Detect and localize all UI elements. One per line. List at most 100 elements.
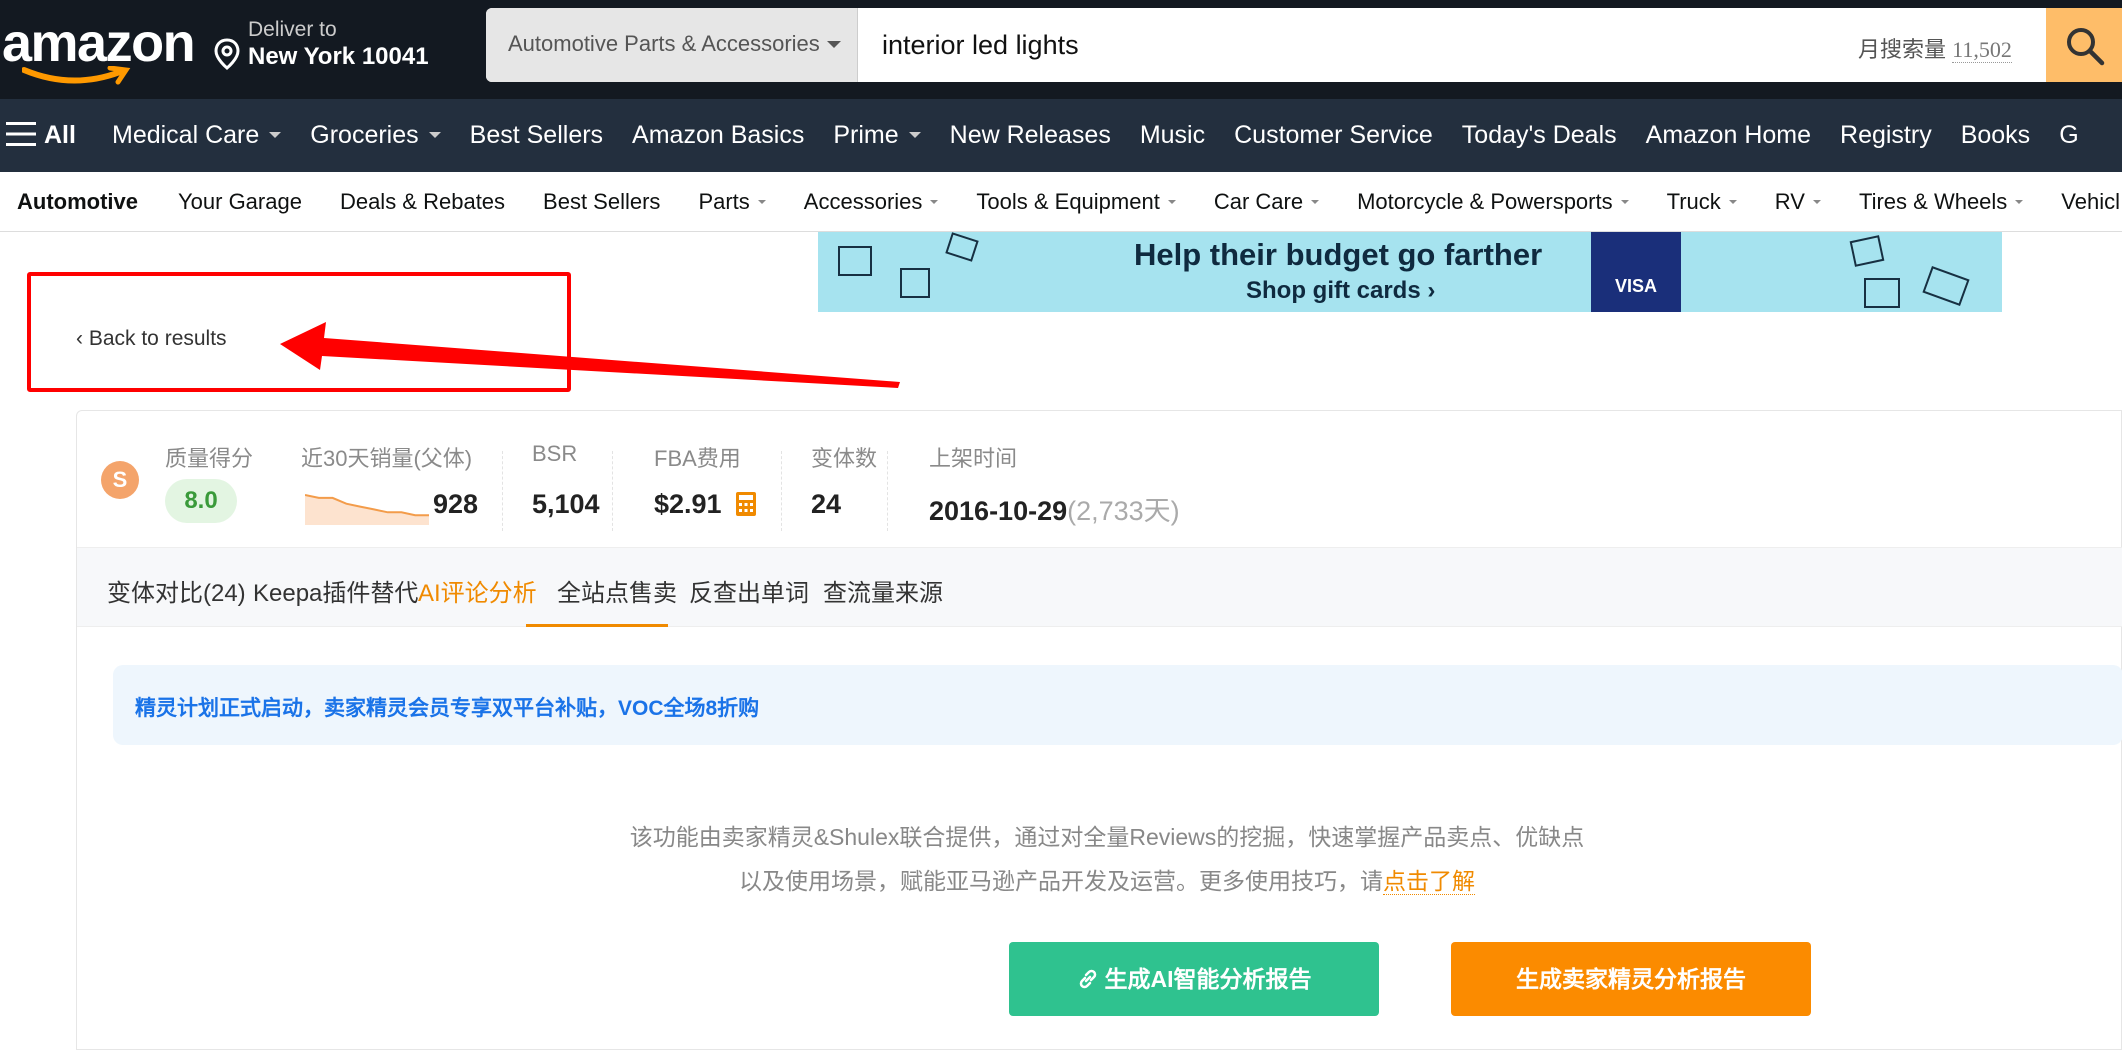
- listed-date-label: 上架时间: [929, 446, 1018, 471]
- sales-30d-label: 近30天销量(父体): [301, 446, 473, 471]
- search-department-select[interactable]: Automotive Parts & Accessories: [486, 8, 858, 82]
- subnav-item-vehicl[interactable]: Vehicl: [2061, 189, 2120, 215]
- subnav-item-motorcycle-powersports[interactable]: Motorcycle & Powersports: [1357, 189, 1629, 215]
- subnav-item-label: Parts: [698, 189, 750, 214]
- subnav-item-rv[interactable]: RV: [1775, 189, 1821, 215]
- calculator-icon[interactable]: [735, 491, 757, 517]
- subnav-item-automotive[interactable]: Automotive: [17, 189, 138, 215]
- nav-item-prime[interactable]: Prime: [833, 121, 921, 150]
- subnav-item-label: RV: [1774, 189, 1805, 214]
- nav-item-label: Amazon Basics: [632, 121, 805, 149]
- amazon-logo[interactable]: amazon: [2, 8, 196, 88]
- nav-item-new-releases[interactable]: New Releases: [950, 121, 1111, 150]
- tab-3[interactable]: AI评论分析: [418, 573, 537, 608]
- fba-fee-value: $2.91: [654, 489, 722, 519]
- nav-items: Medical Care Groceries Best Sellers Amazon …: [112, 121, 2108, 150]
- generate-seller-report-button[interactable]: 生成卖家精灵分析报告: [1451, 942, 1811, 1016]
- chevron-down-icon: [1311, 200, 1320, 204]
- nav-item-music[interactable]: Music: [1140, 121, 1205, 150]
- subnav-item-car-care[interactable]: Car Care: [1213, 189, 1320, 215]
- nav-item-medical-care[interactable]: Medical Care: [112, 121, 282, 150]
- nav-item-customer-service[interactable]: Customer Service: [1234, 121, 1433, 150]
- subnav-item-truck[interactable]: Truck: [1667, 189, 1737, 215]
- subnav-item-label: Motorcycle & Powersports: [1357, 189, 1613, 214]
- subnav-item-parts[interactable]: Parts: [698, 189, 766, 215]
- deliver-to-location[interactable]: Deliver to New York 10041: [214, 16, 454, 76]
- nav-item-groceries[interactable]: Groceries: [310, 121, 441, 150]
- smile-arrow-icon: [22, 66, 131, 85]
- sales-30d-value: 928: [433, 489, 479, 519]
- nav-item-label: Best Sellers: [469, 121, 604, 149]
- subnav-item-tools-equipment[interactable]: Tools & Equipment: [976, 189, 1176, 215]
- all-menu-button[interactable]: All: [6, 121, 76, 150]
- subnav-item-your-garage[interactable]: Your Garage: [178, 189, 302, 215]
- gift-box-icon: [838, 246, 872, 276]
- nav-item-books[interactable]: Books: [1961, 121, 2030, 150]
- nav-item-label: Medical Care: [112, 121, 260, 149]
- nav-item-best-sellers[interactable]: Best Sellers: [470, 121, 603, 150]
- nav-item-label: Today's Deals: [1461, 121, 1617, 149]
- variants-value: 24: [811, 489, 842, 519]
- nav-item-registry[interactable]: Registry: [1840, 121, 1932, 150]
- subnav-item-label: Deals & Rebates: [339, 189, 506, 214]
- promo-notice-text: 精灵计划正式启动，卖家精灵会员专享双平台补贴，VOC全场8折购: [135, 697, 760, 720]
- nav-item-label: Music: [1139, 121, 1206, 149]
- hamburger-icon: [6, 122, 36, 146]
- tab-6[interactable]: 查流量来源: [823, 573, 943, 608]
- promo-notice[interactable]: 精灵计划正式启动，卖家精灵会员专享双平台补贴，VOC全场8折购: [113, 665, 2122, 745]
- chevron-down-icon: [1728, 200, 1737, 204]
- metric-divider: [612, 451, 613, 531]
- variants-label: 变体数: [811, 446, 878, 471]
- subnav-item-label: Your Garage: [178, 189, 302, 214]
- metric-divider: [781, 451, 782, 531]
- description-line-2-text: 以及使用场景，赋能亚马逊产品开发及运营。更多使用技巧，请: [739, 868, 1383, 894]
- subnav-item-tires-wheels[interactable]: Tires & Wheels: [1858, 189, 2024, 215]
- nav-item-label: Registry: [1840, 121, 1932, 149]
- search-button[interactable]: [2046, 8, 2122, 82]
- nav-item-label: G: [2059, 121, 2079, 149]
- tab-1[interactable]: 变体对比(24): [107, 573, 246, 608]
- tab-5[interactable]: 反查出单词: [689, 573, 809, 608]
- listed-date-value: 2016-10-29(2,733天): [929, 489, 1180, 528]
- quality-score-label: 质量得分: [165, 446, 254, 471]
- gift-box-icon: [1849, 235, 1885, 267]
- description-line-2: 以及使用场景，赋能亚马逊产品开发及运营。更多使用技巧，请点击了解: [597, 859, 1617, 903]
- subnav-item-label: Car Care: [1213, 189, 1304, 214]
- department-label: Automotive Parts & Accessories: [508, 31, 820, 56]
- tab-2[interactable]: Keepa插件替代: [253, 573, 418, 608]
- subnav-item-best-sellers[interactable]: Best Sellers: [543, 189, 660, 215]
- learn-more-link[interactable]: 点击了解: [1383, 868, 1475, 895]
- subnav-item-label: Tires & Wheels: [1858, 189, 2008, 214]
- seller-sprite-logo-icon: S: [101, 461, 139, 499]
- subnav-item-deals-rebates[interactable]: Deals & Rebates: [340, 189, 505, 215]
- nav-item-amazon-home[interactable]: Amazon Home: [1646, 121, 1811, 150]
- feature-description: 该功能由卖家精灵&Shulex联合提供，通过对全量Reviews的挖掘，快速掌握…: [597, 815, 1617, 903]
- gift-box-icon: [945, 232, 979, 262]
- search-input[interactable]: [858, 8, 1838, 82]
- nav-item-g[interactable]: G: [2059, 121, 2078, 150]
- banner-cta[interactable]: Shop gift cards ›: [1246, 277, 1435, 305]
- chevron-down-icon: [1620, 200, 1629, 204]
- link-icon: [1079, 969, 1096, 989]
- bsr-value: 5,104: [532, 489, 600, 519]
- nav-item-today-s-deals[interactable]: Today's Deals: [1462, 121, 1617, 150]
- generate-ai-report-button[interactable]: 生成AI智能分析报告: [1009, 942, 1379, 1016]
- chevron-down-icon: [1167, 200, 1176, 204]
- banner-title: Help their budget go farther: [1134, 237, 1543, 272]
- tab-4[interactable]: 全站点售卖: [557, 573, 677, 608]
- nav-item-label: New Releases: [949, 121, 1111, 149]
- sales-trend-sparkline[interactable]: [305, 485, 429, 525]
- chevron-down-icon: [269, 132, 282, 138]
- gift-card-banner[interactable]: Help their budget go farther Shop gift c…: [818, 232, 2002, 312]
- chevron-down-icon: [827, 41, 841, 48]
- monthly-search-label: 月搜索量: [1858, 37, 1947, 62]
- metric-divider: [887, 451, 888, 531]
- subnav-item-accessories[interactable]: Accessories: [804, 189, 939, 215]
- nav-item-amazon-basics[interactable]: Amazon Basics: [632, 121, 804, 150]
- metric-divider: [502, 451, 503, 531]
- chevron-down-icon: [2015, 200, 2024, 204]
- back-to-results-link[interactable]: ‹ Back to results: [76, 327, 227, 351]
- active-tab-indicator: [526, 624, 668, 627]
- all-label: All: [44, 121, 76, 149]
- fba-fee-label: FBA费用: [654, 446, 741, 471]
